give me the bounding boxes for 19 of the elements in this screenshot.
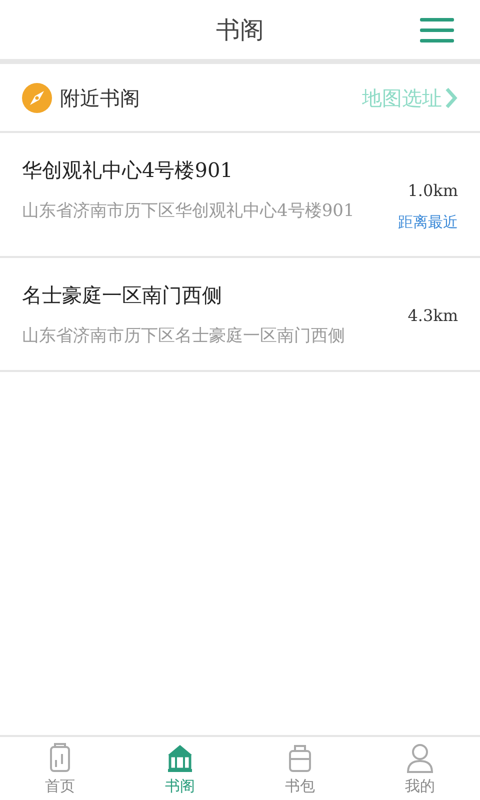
chevron-right-icon xyxy=(444,86,458,108)
section-label: 附近书阁 xyxy=(60,84,140,112)
nearest-tag: 距离最近 xyxy=(398,211,458,234)
tab-item[interactable]: 首页 xyxy=(0,737,120,800)
place-name: 华创观礼中心4号楼901 xyxy=(22,157,234,184)
place-address: 山东省济南市历下区华创观礼中心4号楼901 xyxy=(22,200,356,223)
menu-button[interactable] xyxy=(420,16,454,44)
distance-text: 1.0km xyxy=(408,180,458,202)
distance-text: 4.3km xyxy=(408,304,458,326)
compass-icon xyxy=(22,82,52,112)
page-title: 书阁 xyxy=(216,14,264,46)
menu-icon xyxy=(420,16,454,44)
place-name: 名士豪庭一区南门西侧 xyxy=(22,282,223,308)
house-icon xyxy=(165,743,195,774)
person-icon xyxy=(405,743,435,774)
place-address: 山东省济南市历下区名士豪庭一区南门西侧 xyxy=(22,324,346,348)
tab-item[interactable]: 书包 xyxy=(240,737,360,800)
tab-item[interactable]: 书阁 xyxy=(120,737,240,800)
tab-item[interactable]: 我的 xyxy=(360,737,480,800)
